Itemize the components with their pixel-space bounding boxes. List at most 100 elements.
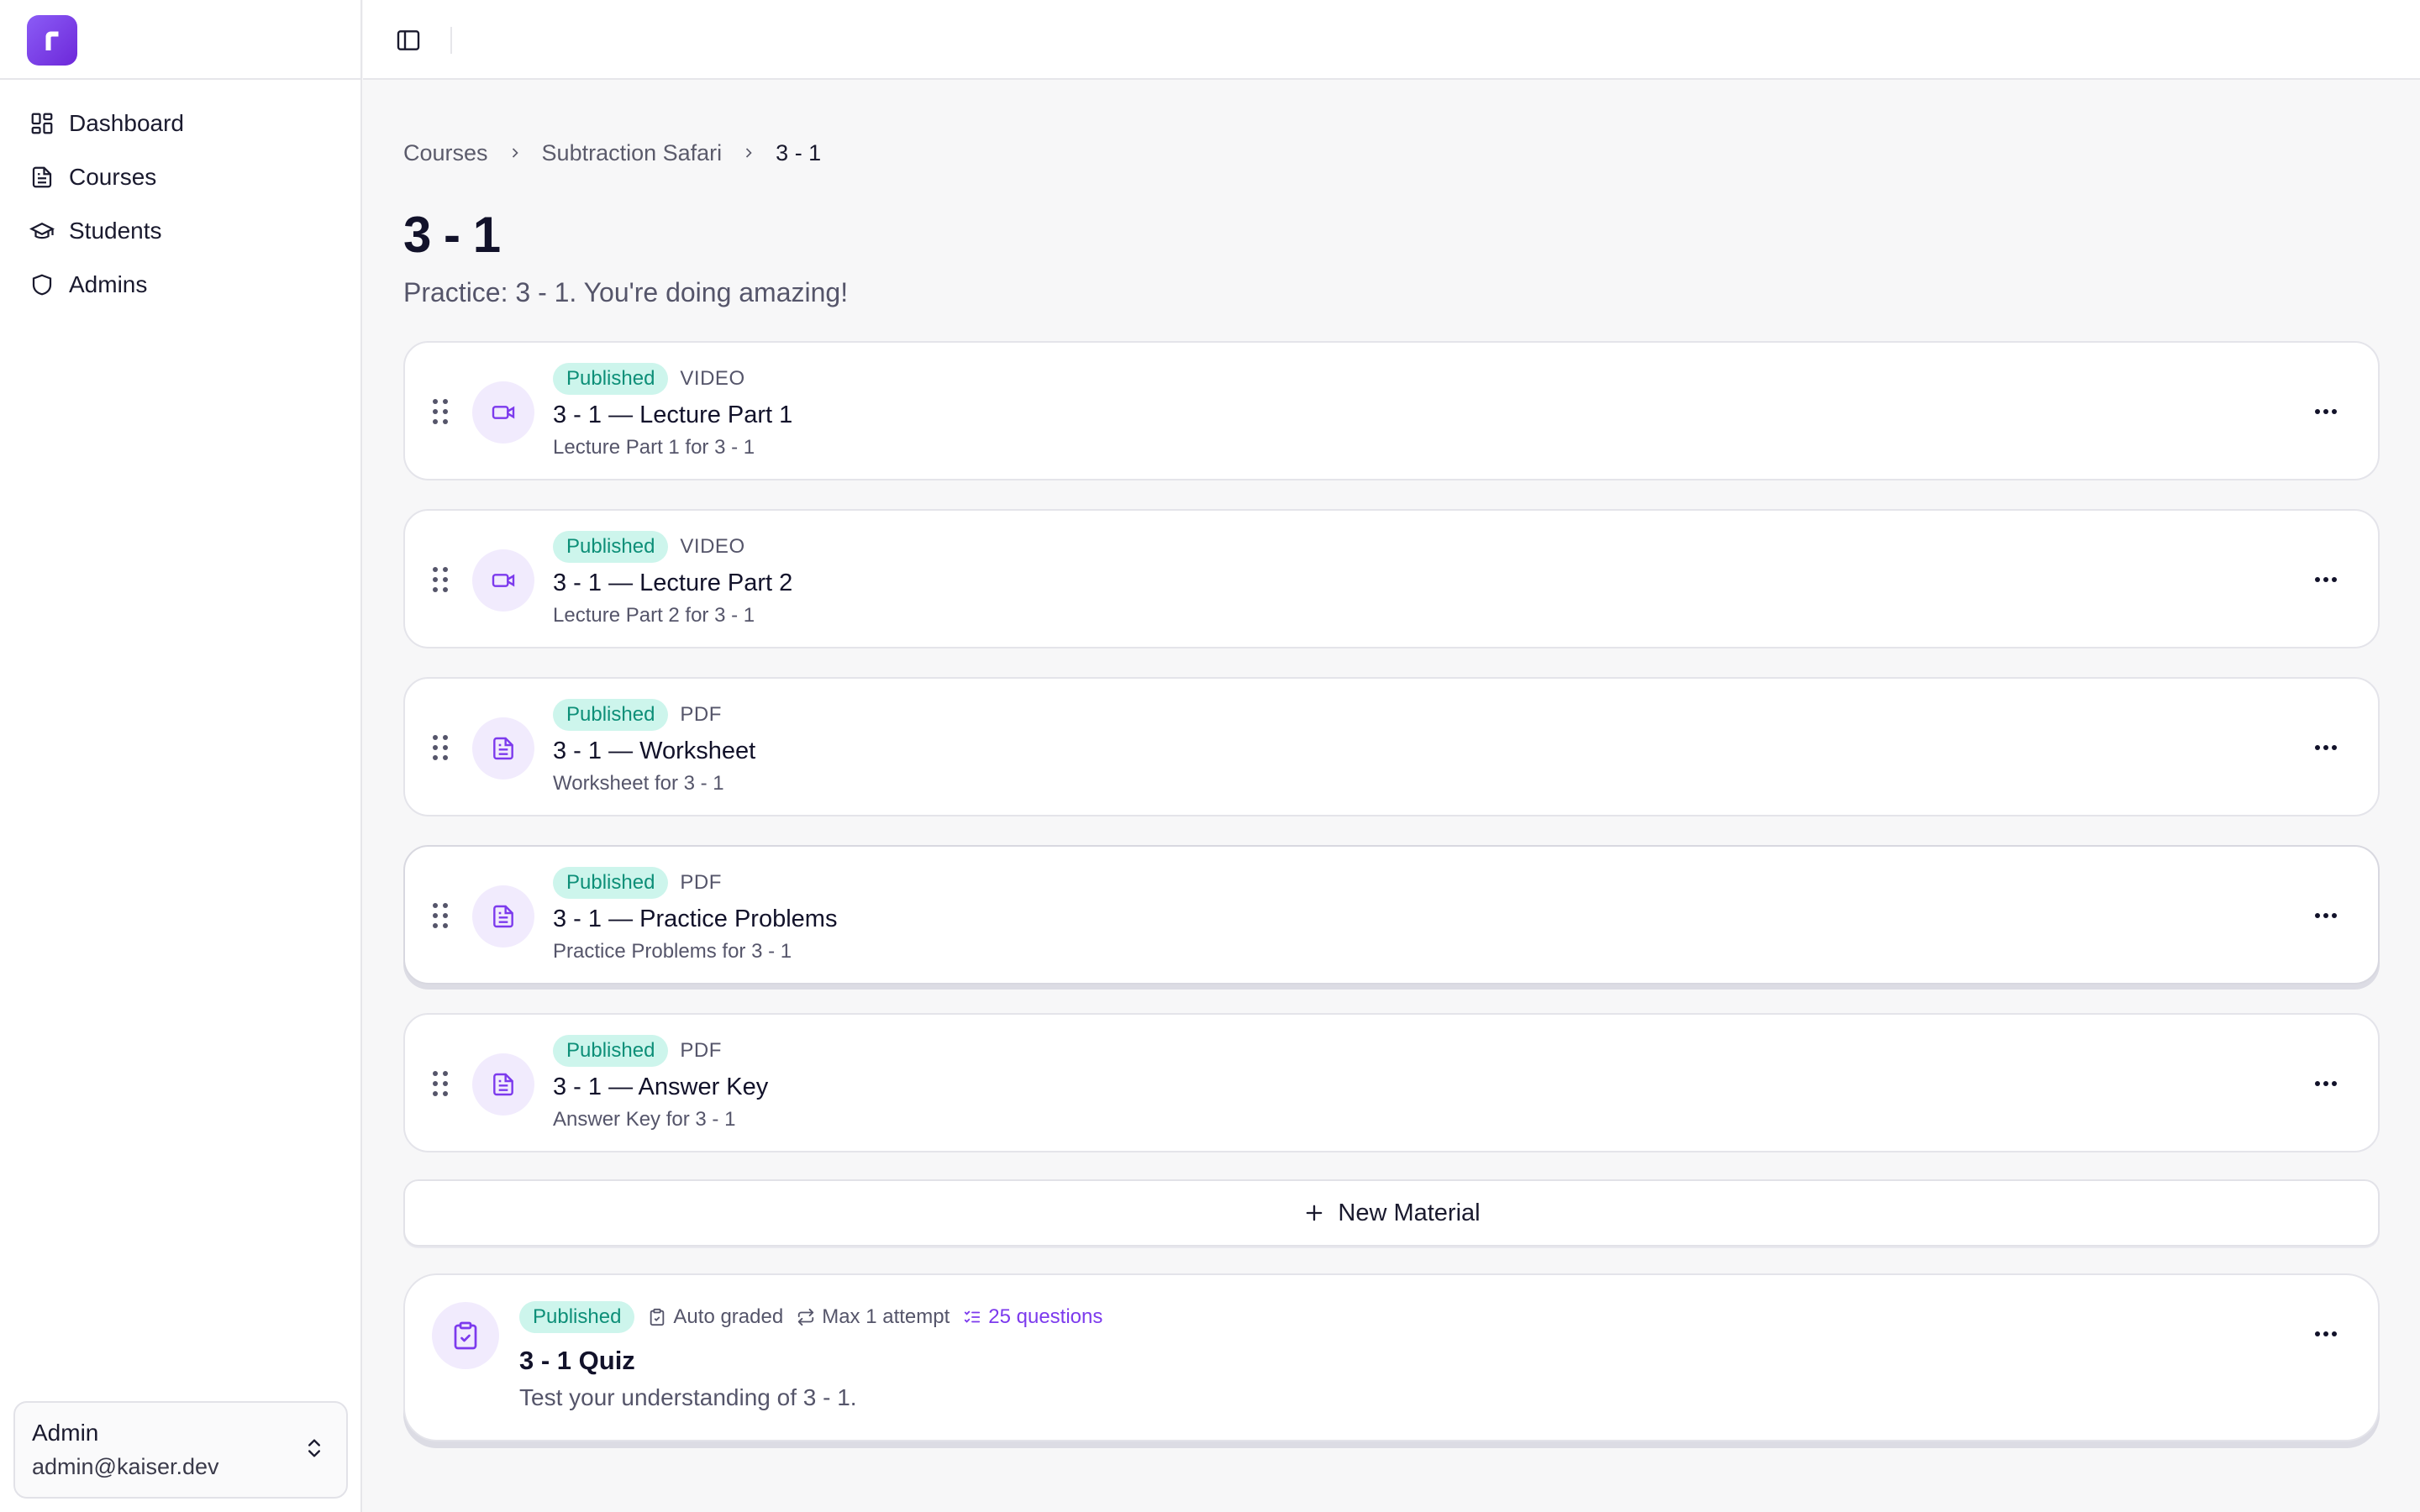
sidebar-item-label: Students bbox=[69, 218, 162, 244]
status-badge: Published bbox=[553, 531, 669, 563]
sidebar-item-label: Dashboard bbox=[69, 110, 184, 136]
material-card[interactable]: Published PDF 3 - 1 — Practice Problems … bbox=[403, 845, 2380, 984]
page-title: 3 - 1 bbox=[403, 207, 501, 263]
ellipsis-icon bbox=[2315, 1081, 2337, 1086]
video-icon bbox=[472, 549, 534, 612]
plus-icon bbox=[1302, 1201, 1326, 1225]
dashboard-icon bbox=[29, 110, 55, 137]
drag-handle-icon[interactable] bbox=[430, 396, 450, 427]
ellipsis-icon bbox=[2315, 913, 2337, 918]
ellipsis-icon bbox=[2315, 745, 2337, 750]
more-options-button[interactable] bbox=[2311, 734, 2341, 761]
panel-left-icon bbox=[397, 30, 420, 50]
document-icon bbox=[29, 164, 55, 191]
topbar bbox=[363, 0, 2420, 80]
status-badge: Published bbox=[553, 363, 669, 395]
material-body: Published PDF 3 - 1 — Practice Problems … bbox=[553, 867, 837, 966]
material-description: Worksheet for 3 - 1 bbox=[553, 772, 724, 795]
quiz-attempts-label: Max 1 attempt bbox=[822, 1305, 950, 1328]
list-checks-icon bbox=[965, 1310, 981, 1323]
material-description: Lecture Part 1 for 3 - 1 bbox=[553, 436, 755, 459]
status-badge: Published bbox=[553, 699, 669, 731]
file-text-icon bbox=[472, 1053, 534, 1116]
quiz-meta: Published Auto graded Max 1 attempt 25 q… bbox=[519, 1300, 1102, 1334]
quiz-description: Test your understanding of 3 - 1. bbox=[519, 1384, 857, 1410]
sidebar-item-dashboard[interactable]: Dashboard bbox=[0, 97, 360, 150]
materials-list: Published VIDEO 3 - 1 — Lecture Part 1 L… bbox=[403, 341, 2380, 1152]
material-description: Answer Key for 3 - 1 bbox=[553, 1108, 736, 1131]
material-type: PDF bbox=[680, 1039, 722, 1062]
logo-icon bbox=[45, 31, 59, 50]
user-name: Admin bbox=[32, 1420, 99, 1446]
breadcrumb-link-course[interactable]: Subtraction Safari bbox=[542, 140, 723, 166]
sidebar-item-courses[interactable]: Courses bbox=[0, 150, 360, 204]
material-type: VIDEO bbox=[680, 367, 745, 390]
sidebar-item-admins[interactable]: Admins bbox=[0, 258, 360, 312]
breadcrumb-current: 3 - 1 bbox=[776, 139, 822, 165]
ellipsis-icon bbox=[2315, 577, 2337, 582]
sidebar-item-label: Courses bbox=[69, 164, 157, 190]
material-card[interactable]: Published VIDEO 3 - 1 — Lecture Part 1 L… bbox=[403, 341, 2380, 480]
drag-handle-icon[interactable] bbox=[430, 564, 450, 595]
clipboard-check-icon bbox=[432, 1302, 499, 1369]
status-badge: Published bbox=[553, 1035, 669, 1067]
material-body: Published VIDEO 3 - 1 — Lecture Part 2 L… bbox=[553, 531, 792, 630]
material-title: 3 - 1 — Answer Key bbox=[553, 1074, 769, 1100]
quiz-questions-label: 25 questions bbox=[988, 1305, 1103, 1328]
more-options-button[interactable] bbox=[2311, 902, 2341, 929]
clipboard-check-icon bbox=[650, 1308, 665, 1326]
new-material-label: New Material bbox=[1338, 1199, 1481, 1226]
quiz-card[interactable]: Published Auto graded Max 1 attempt 25 q… bbox=[403, 1273, 2380, 1441]
material-meta: Published VIDEO bbox=[553, 531, 792, 563]
sidebar-item-students[interactable]: Students bbox=[0, 204, 360, 258]
more-options-button[interactable] bbox=[2311, 1320, 2341, 1347]
chevron-right-icon bbox=[507, 144, 523, 161]
status-badge: Published bbox=[519, 1301, 635, 1333]
quiz-body: Published Auto graded Max 1 attempt 25 q… bbox=[519, 1300, 1102, 1415]
material-body: Published PDF 3 - 1 — Answer Key Answer … bbox=[553, 1035, 768, 1134]
material-title: 3 - 1 — Practice Problems bbox=[553, 906, 838, 932]
material-description: Practice Problems for 3 - 1 bbox=[553, 940, 792, 963]
user-menu[interactable]: Admin admin@kaiser.dev bbox=[13, 1401, 348, 1499]
shield-icon bbox=[29, 271, 55, 298]
app-logo[interactable] bbox=[27, 15, 77, 66]
file-text-icon bbox=[472, 885, 534, 948]
material-title: 3 - 1 — Lecture Part 1 bbox=[553, 402, 793, 428]
sidebar-header bbox=[0, 0, 360, 80]
material-meta: Published PDF bbox=[553, 867, 837, 899]
sidebar-toggle-button[interactable] bbox=[393, 25, 424, 55]
quiz-grading: Auto graded bbox=[648, 1305, 783, 1329]
material-meta: Published PDF bbox=[553, 699, 755, 731]
more-options-button[interactable] bbox=[2311, 1070, 2341, 1097]
ellipsis-icon bbox=[2315, 409, 2337, 414]
quiz-attempts: Max 1 attempt bbox=[797, 1305, 950, 1329]
graduation-cap-icon bbox=[29, 218, 55, 244]
material-card[interactable]: Published PDF 3 - 1 — Worksheet Workshee… bbox=[403, 677, 2380, 816]
file-text-icon bbox=[472, 717, 534, 780]
main-content: Courses Subtraction Safari 3 - 1 3 - 1 P… bbox=[403, 81, 2380, 1441]
material-card[interactable]: Published VIDEO 3 - 1 — Lecture Part 2 L… bbox=[403, 509, 2380, 648]
status-badge: Published bbox=[553, 867, 669, 899]
video-icon bbox=[472, 381, 534, 444]
material-meta: Published VIDEO bbox=[553, 363, 792, 395]
sidebar: Dashboard Courses Students Admins Admin … bbox=[0, 0, 362, 1512]
sidebar-nav: Dashboard Courses Students Admins bbox=[0, 80, 360, 312]
material-card[interactable]: Published PDF 3 - 1 — Answer Key Answer … bbox=[403, 1013, 2380, 1152]
drag-handle-icon[interactable] bbox=[430, 900, 450, 931]
material-meta: Published PDF bbox=[553, 1035, 768, 1067]
new-material-button[interactable]: New Material bbox=[403, 1179, 2380, 1247]
chevrons-up-down-icon bbox=[302, 1436, 326, 1464]
drag-handle-icon[interactable] bbox=[430, 1068, 450, 1099]
drag-handle-icon[interactable] bbox=[430, 732, 450, 763]
more-options-button[interactable] bbox=[2311, 398, 2341, 425]
material-title: 3 - 1 — Lecture Part 2 bbox=[553, 570, 793, 596]
more-options-button[interactable] bbox=[2311, 566, 2341, 593]
quiz-grading-label: Auto graded bbox=[673, 1305, 784, 1328]
user-email: admin@kaiser.dev bbox=[32, 1454, 219, 1479]
repeat-icon bbox=[798, 1308, 814, 1326]
material-body: Published VIDEO 3 - 1 — Lecture Part 1 L… bbox=[553, 363, 792, 462]
breadcrumb-link-courses[interactable]: Courses bbox=[403, 140, 488, 166]
material-title: 3 - 1 — Worksheet bbox=[553, 738, 756, 764]
breadcrumb: Courses Subtraction Safari 3 - 1 bbox=[403, 136, 2380, 170]
sidebar-item-label: Admins bbox=[69, 271, 148, 297]
